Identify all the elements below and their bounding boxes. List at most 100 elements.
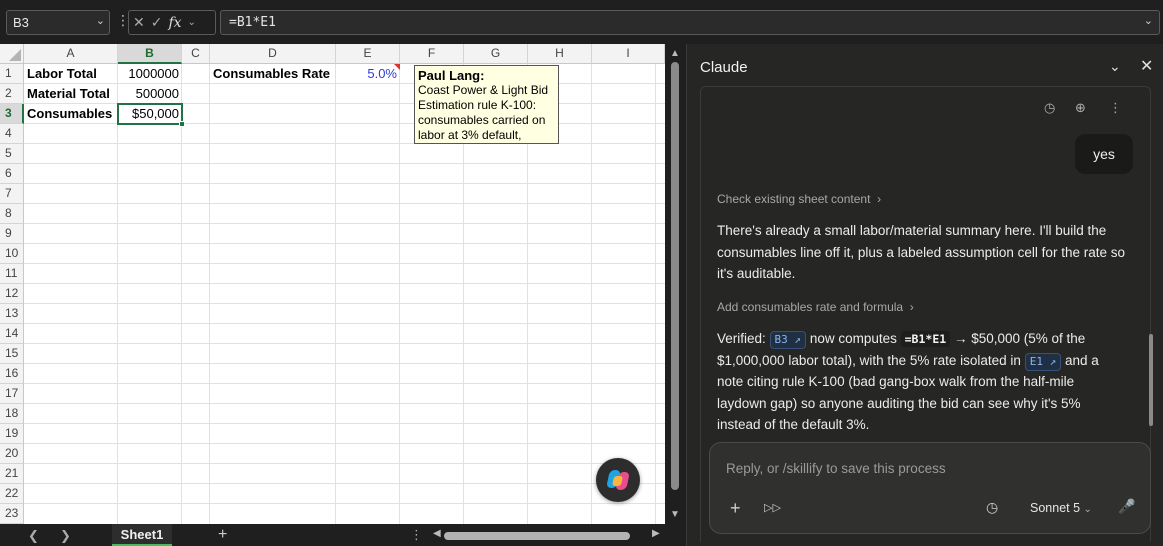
gridline [24, 263, 665, 264]
row-header-14[interactable]: 14 [0, 324, 24, 344]
formula-controls: ✕ ✓ fx ⌄ [128, 10, 216, 35]
row-header-16[interactable]: 16 [0, 364, 24, 384]
cell-b1[interactable]: 1000000 [118, 64, 182, 84]
row-header-2[interactable]: 2 [0, 84, 24, 104]
row-header-19[interactable]: 19 [0, 424, 24, 444]
column-header-a[interactable]: A [24, 44, 118, 64]
row-header-11[interactable]: 11 [0, 264, 24, 284]
timer-icon[interactable]: ◷ [986, 499, 998, 516]
row-header-13[interactable]: 13 [0, 304, 24, 324]
microphone-icon[interactable]: 🎤 [1118, 498, 1135, 515]
copilot-button[interactable] [596, 458, 640, 502]
column-header-d[interactable]: D [210, 44, 336, 64]
gridline [24, 163, 665, 164]
reply-input-placeholder[interactable]: Reply, or /skillify to save this process [726, 461, 946, 476]
column-header-e[interactable]: E [336, 44, 400, 64]
row-header-21[interactable]: 21 [0, 464, 24, 484]
close-icon[interactable]: ✕ [1140, 56, 1153, 76]
name-box-value: B3 [13, 15, 29, 30]
gridline [24, 383, 665, 384]
gridline [24, 183, 665, 184]
cell-comment[interactable]: Paul Lang: Coast Power & Light Bid Estim… [414, 65, 559, 144]
row-header-8[interactable]: 8 [0, 204, 24, 224]
cancel-icon[interactable]: ✕ [133, 14, 145, 31]
step-check-sheet[interactable]: Check existing sheet content › [717, 192, 881, 206]
fast-forward-icon[interactable]: ▷▷ [764, 501, 781, 514]
step-add-formula[interactable]: Add consumables rate and formula › [717, 300, 914, 314]
chevron-down-icon[interactable]: ⌄ [1109, 58, 1121, 75]
cell-link-e1[interactable]: E1 ↗ [1024, 352, 1062, 371]
cell-a2[interactable]: Material Total [24, 84, 118, 104]
gridline [117, 64, 118, 524]
row-header-1[interactable]: 1 [0, 64, 24, 84]
column-header-c[interactable]: C [182, 44, 210, 64]
gridline [181, 64, 182, 524]
panel-scroll-thumb[interactable] [1149, 334, 1153, 426]
verified-label: Verified: [717, 331, 766, 346]
column-header-b[interactable]: B [118, 44, 182, 64]
add-sheet-icon[interactable]: + [218, 526, 227, 544]
column-header-i[interactable]: I [592, 44, 665, 64]
chevron-down-icon[interactable]: ⌄ [96, 14, 105, 27]
scroll-down-icon[interactable]: ▼ [670, 509, 680, 520]
scroll-thumb[interactable] [671, 62, 679, 490]
gridline [24, 323, 665, 324]
select-all-corner[interactable] [0, 44, 24, 64]
row-header-12[interactable]: 12 [0, 284, 24, 304]
next-sheet-icon[interactable]: ❯ [60, 528, 71, 544]
enter-icon[interactable]: ✓ [151, 14, 163, 31]
column-header-f[interactable]: F [400, 44, 464, 64]
vertical-scrollbar[interactable]: ▲ ▼ [665, 44, 685, 524]
gridline [24, 303, 665, 304]
previous-sheet-icon[interactable]: ❮ [28, 528, 39, 544]
formula-input[interactable]: =B1*E1 ⌄ [220, 10, 1160, 35]
history-icon[interactable]: ◷ [1044, 100, 1055, 116]
more-options-icon[interactable]: ⋮ [1109, 100, 1122, 116]
comment-line: labor at 3% default, [418, 128, 522, 142]
column-header-h[interactable]: H [528, 44, 592, 64]
row-header-18[interactable]: 18 [0, 404, 24, 424]
gridline [399, 64, 400, 524]
reply-composer[interactable]: Reply, or /skillify to save this process… [709, 442, 1151, 534]
row-header-5[interactable]: 5 [0, 144, 24, 164]
insert-function-icon[interactable]: fx [168, 15, 181, 31]
gridline [24, 223, 665, 224]
cell-a1[interactable]: Labor Total [24, 64, 118, 84]
cell-e1[interactable]: 5.0% [336, 64, 400, 84]
row-header-3[interactable]: 3 [0, 104, 24, 124]
model-selector[interactable]: Sonnet 5 ⌄ [1030, 501, 1092, 515]
row-header-20[interactable]: 20 [0, 444, 24, 464]
comment-line: consumables carried on [418, 113, 546, 127]
sheet-tab-sheet1[interactable]: Sheet1 [112, 524, 172, 546]
row-header-4[interactable]: 4 [0, 124, 24, 144]
row-header-7[interactable]: 7 [0, 184, 24, 204]
column-header-g[interactable]: G [464, 44, 528, 64]
user-message: yes [1075, 134, 1133, 174]
more-icon[interactable]: ⋮ [410, 527, 423, 543]
name-box[interactable]: B3 ⌄ [6, 10, 110, 35]
cell-link-b3[interactable]: B3 ↗ [769, 331, 807, 349]
row-header-9[interactable]: 9 [0, 224, 24, 244]
row-header-6[interactable]: 6 [0, 164, 24, 184]
row-header-22[interactable]: 22 [0, 484, 24, 504]
horizontal-scroll-thumb[interactable] [444, 532, 630, 540]
row-header-17[interactable]: 17 [0, 384, 24, 404]
row-header-23[interactable]: 23 [0, 504, 24, 524]
chevron-down-icon[interactable]: ⌄ [188, 17, 196, 28]
cell-b3[interactable]: $50,000 [118, 104, 182, 124]
cell-a3[interactable]: Consumables [24, 104, 118, 124]
scroll-left-icon[interactable]: ◀ [433, 528, 441, 539]
row-header-15[interactable]: 15 [0, 344, 24, 364]
cell-d1[interactable]: Consumables Rate [210, 64, 336, 84]
expand-formula-icon[interactable]: ⌄ [1144, 14, 1153, 27]
new-chat-icon[interactable]: ⊕ [1075, 100, 1086, 116]
cell-b2[interactable]: 500000 [118, 84, 182, 104]
scroll-right-icon[interactable]: ▶ [652, 528, 660, 539]
attach-icon[interactable]: + [730, 498, 741, 519]
spreadsheet-grid[interactable]: A B C D E F G H I 1 2 3 4 5 6 7 8 9 10 1… [0, 44, 665, 524]
formula-code: =B1*E1 [900, 331, 951, 347]
sheet-tab-bar: ❮ ❯ Sheet1 + ⋮ ◀ ▶ [0, 524, 685, 546]
comment-indicator[interactable] [394, 64, 400, 70]
row-header-10[interactable]: 10 [0, 244, 24, 264]
scroll-up-icon[interactable]: ▲ [670, 48, 680, 59]
